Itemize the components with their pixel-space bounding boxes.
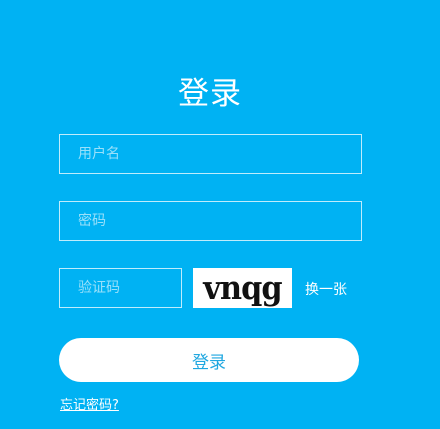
refresh-captcha-link[interactable]: 换一张: [305, 279, 347, 299]
password-input[interactable]: [59, 201, 362, 241]
login-button[interactable]: 登录: [59, 338, 359, 382]
forgot-password-link[interactable]: 忘记密码?: [60, 394, 119, 413]
login-page: 登录 vnqg 换一张 登录 忘记密码?: [0, 0, 440, 429]
captcha-image[interactable]: vnqg: [193, 268, 292, 308]
captcha-input[interactable]: [59, 268, 182, 308]
captcha-image-text: vnqg: [203, 268, 282, 307]
page-title: 登录: [178, 76, 242, 112]
username-input[interactable]: [59, 134, 362, 174]
